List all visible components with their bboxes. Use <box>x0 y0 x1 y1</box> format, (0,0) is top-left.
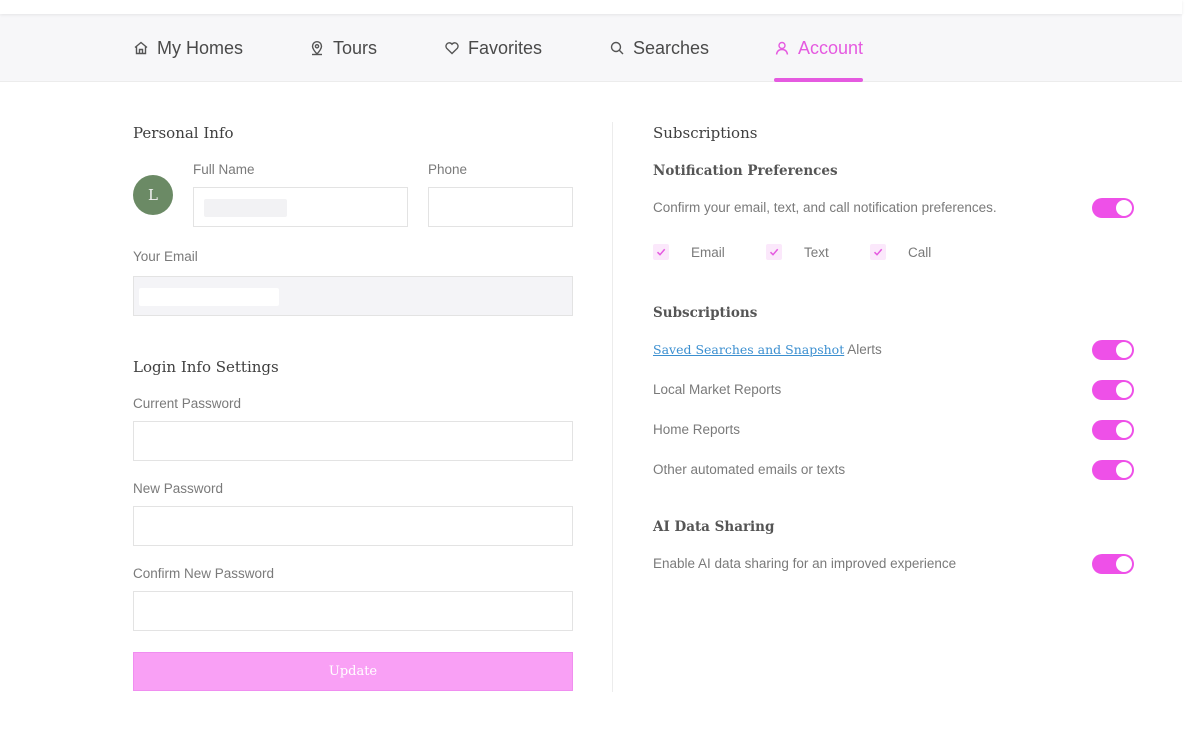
nav-my-homes[interactable]: My Homes <box>133 14 243 82</box>
personal-info-title: Personal Info <box>133 124 234 142</box>
ai-data-sharing-toggle[interactable] <box>1092 554 1134 574</box>
saved-searches-link[interactable]: Saved Searches and Snapshot <box>653 342 844 357</box>
saved-searches-row: Saved Searches and Snapshot Alerts <box>653 342 882 357</box>
nav-account-label: Account <box>798 37 864 58</box>
saved-searches-suffix: Alerts <box>847 342 882 357</box>
email-label: Your Email <box>133 249 198 264</box>
local-market-reports-label: Local Market Reports <box>653 382 782 397</box>
subscriptions-title: Subscriptions <box>653 305 758 321</box>
full-name-redacted <box>204 199 287 217</box>
check-icon <box>656 248 666 256</box>
current-password-input[interactable] <box>133 421 573 461</box>
nav-tours[interactable]: Tours <box>309 14 377 82</box>
nav-favorites-label: Favorites <box>468 37 543 58</box>
call-checkbox-label: Call <box>908 244 932 260</box>
notification-preferences-title: Notification Preferences <box>653 163 838 179</box>
notification-preferences-text: Confirm your email, text, and call notif… <box>653 200 997 215</box>
account-nav: My Homes Tours Favorites Searches Accoun… <box>0 14 1182 82</box>
avatar: L <box>133 175 173 215</box>
email-checkbox-label: Email <box>691 244 725 260</box>
nav-tours-label: Tours <box>333 37 378 58</box>
full-name-label: Full Name <box>193 162 255 177</box>
new-password-input[interactable] <box>133 506 573 546</box>
notification-preferences-toggle[interactable] <box>1092 198 1134 218</box>
call-checkbox[interactable]: Call <box>870 244 931 260</box>
saved-searches-toggle[interactable] <box>1092 340 1134 360</box>
check-icon <box>873 248 883 256</box>
nav-account[interactable]: Account <box>774 14 864 82</box>
check-icon <box>769 248 779 256</box>
email-input[interactable] <box>133 276 573 316</box>
checkbox-box[interactable] <box>870 244 886 260</box>
top-bar <box>0 0 1182 14</box>
nav-searches-label: Searches <box>633 37 710 58</box>
column-divider <box>612 122 613 692</box>
phone-input[interactable] <box>428 187 573 227</box>
local-market-reports-toggle[interactable] <box>1092 380 1134 400</box>
other-automated-toggle[interactable] <box>1092 460 1134 480</box>
user-icon <box>775 41 789 55</box>
current-password-label: Current Password <box>133 396 242 411</box>
email-redacted <box>139 288 279 306</box>
update-button[interactable]: Update <box>133 652 573 691</box>
text-checkbox[interactable]: Text <box>766 244 829 260</box>
confirm-password-label: Confirm New Password <box>133 566 275 581</box>
subscriptions-panel-title: Subscriptions <box>653 124 758 142</box>
ai-data-sharing-text: Enable AI data sharing for an improved e… <box>653 556 957 571</box>
nav-favorites[interactable]: Favorites <box>444 14 542 82</box>
nav-my-homes-label: My Homes <box>157 37 244 58</box>
phone-label: Phone <box>428 162 468 177</box>
heart-icon <box>445 42 459 55</box>
tour-pin-icon <box>311 41 323 56</box>
home-reports-label: Home Reports <box>653 422 741 437</box>
email-checkbox[interactable]: Email <box>653 244 725 260</box>
home-reports-toggle[interactable] <box>1092 420 1134 440</box>
ai-data-sharing-title: AI Data Sharing <box>653 519 775 535</box>
full-name-input[interactable] <box>193 187 408 227</box>
nav-searches[interactable]: Searches <box>609 14 709 82</box>
new-password-label: New Password <box>133 481 224 496</box>
login-info-title: Login Info Settings <box>133 358 279 376</box>
checkbox-box[interactable] <box>766 244 782 260</box>
text-checkbox-label: Text <box>804 244 829 260</box>
search-icon <box>610 41 624 55</box>
confirm-password-input[interactable] <box>133 591 573 631</box>
other-automated-label: Other automated emails or texts <box>653 462 846 477</box>
home-icon <box>134 41 148 55</box>
checkbox-box[interactable] <box>653 244 669 260</box>
